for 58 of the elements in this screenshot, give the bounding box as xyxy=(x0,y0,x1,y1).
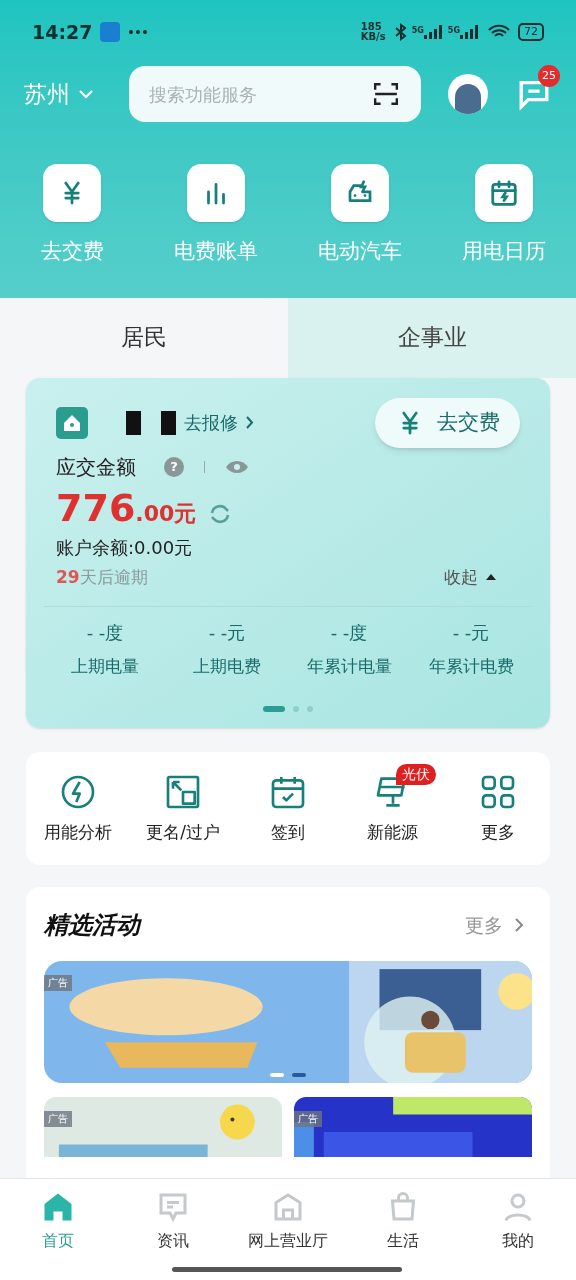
service-item[interactable]: 签到 xyxy=(235,763,341,845)
service-item[interactable]: 光伏 新能源 xyxy=(340,763,446,845)
more-icon xyxy=(128,29,149,35)
more-link[interactable]: 更多 xyxy=(465,910,524,940)
battery-level: 72 xyxy=(518,23,544,41)
section-title: 精选活动 xyxy=(44,910,140,941)
network-type: 5G xyxy=(411,25,424,37)
ad-tag: 广告 xyxy=(44,975,72,991)
nav-tab[interactable]: 首页 xyxy=(0,1189,116,1259)
amount-label: 应交金额 xyxy=(56,453,136,481)
chevron-right-icon xyxy=(515,918,524,932)
status-time: 14:27 xyxy=(32,19,93,45)
stat-value: - -度 xyxy=(330,621,368,645)
signal-icon xyxy=(460,25,480,39)
avatar[interactable] xyxy=(448,74,488,114)
service-badge: 光伏 xyxy=(396,763,437,785)
bluetooth-icon xyxy=(393,23,408,41)
calendar-icon xyxy=(489,178,519,208)
app-icon xyxy=(100,22,121,42)
eye-icon[interactable] xyxy=(225,458,249,475)
help-icon[interactable]: ? xyxy=(164,456,184,477)
network-type: 5G xyxy=(447,25,460,37)
service-item[interactable]: 用能分析 xyxy=(26,763,131,845)
stat-value: - -元 xyxy=(452,621,490,645)
tab[interactable]: 企事业 xyxy=(288,297,576,378)
signal-icon xyxy=(423,25,444,39)
activity-card[interactable]: 广告 xyxy=(294,1097,532,1157)
scan-icon[interactable] xyxy=(373,81,399,107)
nav-tab[interactable]: 生活 xyxy=(345,1189,461,1259)
chevron-right-icon xyxy=(246,416,254,429)
nav-tab[interactable]: 我的 xyxy=(460,1189,576,1259)
service-item[interactable]: 更名/过户 xyxy=(130,763,236,845)
stat-label: 上期电费 xyxy=(193,655,261,678)
house-icon xyxy=(56,406,88,439)
ad-tag: 广告 xyxy=(294,1111,322,1127)
due-notice: 29天后逾期 xyxy=(56,565,148,589)
collapse-button[interactable]: 收起 xyxy=(444,564,496,590)
stat-value: - -元 xyxy=(208,621,246,645)
repair-link[interactable]: 去报修 xyxy=(184,409,254,436)
stat-label: 上期电量 xyxy=(71,655,139,678)
search-field[interactable]: 搜索功能服务 xyxy=(129,66,421,122)
activity-banner[interactable]: 广告 xyxy=(44,961,532,1083)
ad-tag: 广告 xyxy=(44,1111,72,1127)
unread-badge: 25 xyxy=(538,65,560,87)
masked-name xyxy=(126,410,176,435)
stat-value: - -度 xyxy=(86,621,124,645)
nav-tab[interactable]: 资讯 xyxy=(115,1189,231,1259)
caret-up-icon xyxy=(486,574,496,581)
service-item[interactable]: 更多 xyxy=(445,763,550,845)
stat-label: 年累计电量 xyxy=(306,655,392,678)
activity-card[interactable]: 广告 xyxy=(44,1097,282,1157)
nav-tab[interactable]: 网上营业厅 xyxy=(230,1189,346,1259)
network-speed: 185 KB/s xyxy=(360,22,386,42)
chevron-down-icon xyxy=(78,89,94,99)
pay-button[interactable]: 去交费 xyxy=(375,397,520,448)
stat-label: 年累计电费 xyxy=(428,655,514,678)
amount-due: 776.00元 xyxy=(56,485,197,530)
account-balance: 账户余额:0.00元 xyxy=(56,535,194,560)
